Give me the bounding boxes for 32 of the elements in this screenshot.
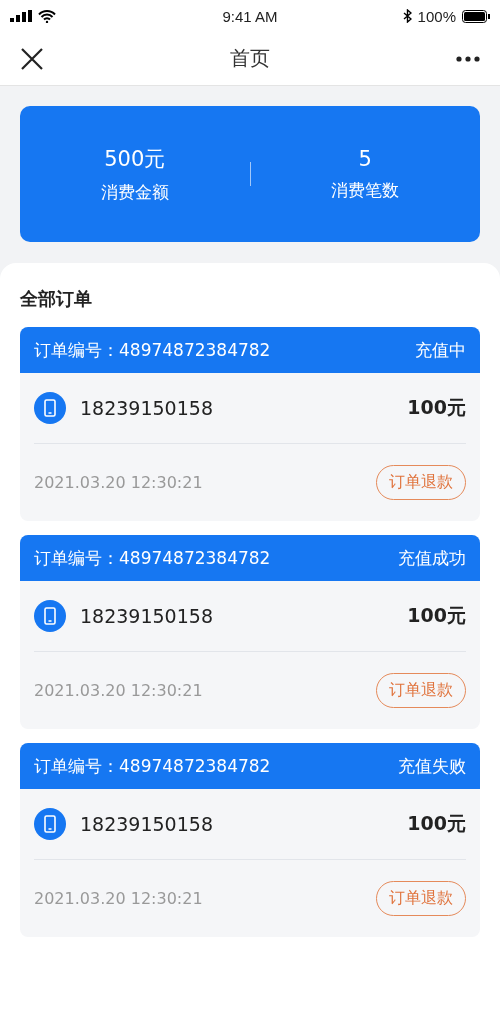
- phone-icon: [34, 808, 66, 840]
- section-title: 全部订单: [20, 287, 92, 311]
- order-amount: 100元: [407, 603, 466, 628]
- phone-number: 18239150158: [80, 605, 214, 627]
- order-number: 订单编号：48974872384782: [34, 546, 271, 570]
- wifi-icon: [38, 9, 56, 23]
- battery-percent: 100%: [417, 7, 456, 25]
- order-status: 充值失败: [398, 754, 466, 778]
- status-time: 9:41 AM: [222, 7, 278, 25]
- order-time: 2021.03.20 12:30:21: [34, 681, 203, 700]
- phone-number: 18239150158: [80, 813, 214, 835]
- page-title: 首页: [230, 45, 270, 72]
- battery-icon: [462, 9, 490, 23]
- order-number: 订单编号：48974872384782: [34, 338, 271, 362]
- summary-label: 消费金额: [100, 180, 169, 204]
- order-amount: 100元: [407, 811, 466, 836]
- summary-value: 5: [358, 146, 372, 171]
- phone-number: 18239150158: [80, 397, 214, 419]
- close-icon[interactable]: [20, 46, 44, 71]
- signal-icon: [10, 10, 32, 22]
- phone-icon: [34, 392, 66, 424]
- order-time: 2021.03.20 12:30:21: [34, 473, 203, 492]
- order-time: 2021.03.20 12:30:21: [34, 889, 203, 908]
- order-number: 订单编号：48974872384782: [34, 754, 271, 778]
- more-icon[interactable]: [456, 55, 480, 62]
- order-amount: 100元: [407, 395, 466, 420]
- bluetooth-icon: [402, 9, 412, 23]
- summary-label: 消费笔数: [331, 178, 400, 202]
- summary-value: 500元: [104, 145, 166, 173]
- order-status: 充值中: [415, 338, 466, 362]
- order-status: 充值成功: [398, 546, 466, 570]
- phone-icon: [34, 600, 66, 632]
